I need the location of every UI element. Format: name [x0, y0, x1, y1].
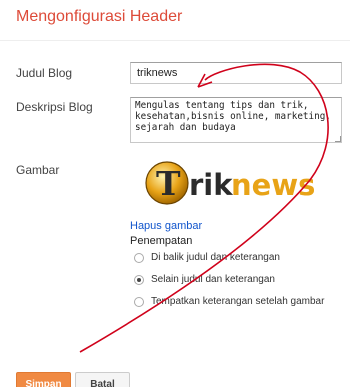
cancel-button[interactable]: Batal: [75, 372, 130, 387]
radio-button[interactable]: [134, 252, 144, 263]
description-textarea[interactable]: Mengulas tentang tips dan trik, kesehata…: [130, 97, 342, 143]
image-label: Gambar: [16, 163, 60, 177]
title-divider: [0, 40, 350, 41]
remove-image-link[interactable]: Hapus gambar: [130, 220, 202, 232]
placement-option-label: Selain judul dan keterangan: [151, 274, 275, 285]
header-logo-image: T rik news: [145, 161, 315, 205]
logo-text-rik: rik: [189, 168, 233, 202]
blog-title-label: Judul Blog: [16, 66, 73, 80]
placement-label: Penempatan: [130, 235, 193, 247]
save-button[interactable]: Simpan: [16, 372, 71, 387]
placement-option-behind[interactable]: Di balik judul dan keterangan: [134, 252, 280, 263]
resize-grip-icon[interactable]: [335, 136, 341, 142]
blog-title-input[interactable]: [130, 62, 342, 84]
radio-button[interactable]: [134, 274, 144, 285]
placement-option-label: Tempatkan keterangan setelah gambar: [151, 296, 325, 307]
placement-option-after-image[interactable]: Tempatkan keterangan setelah gambar: [134, 296, 324, 307]
logo-text-news: news: [231, 168, 315, 202]
placement-option-label: Di balik judul dan keterangan: [151, 252, 280, 263]
dialog-title: Mengonfigurasi Header: [16, 8, 183, 25]
placement-option-beside[interactable]: Selain judul dan keterangan: [134, 274, 275, 285]
description-label: Deskripsi Blog: [16, 100, 93, 114]
radio-button[interactable]: [134, 296, 144, 307]
logo-letter-t: T: [156, 164, 181, 203]
